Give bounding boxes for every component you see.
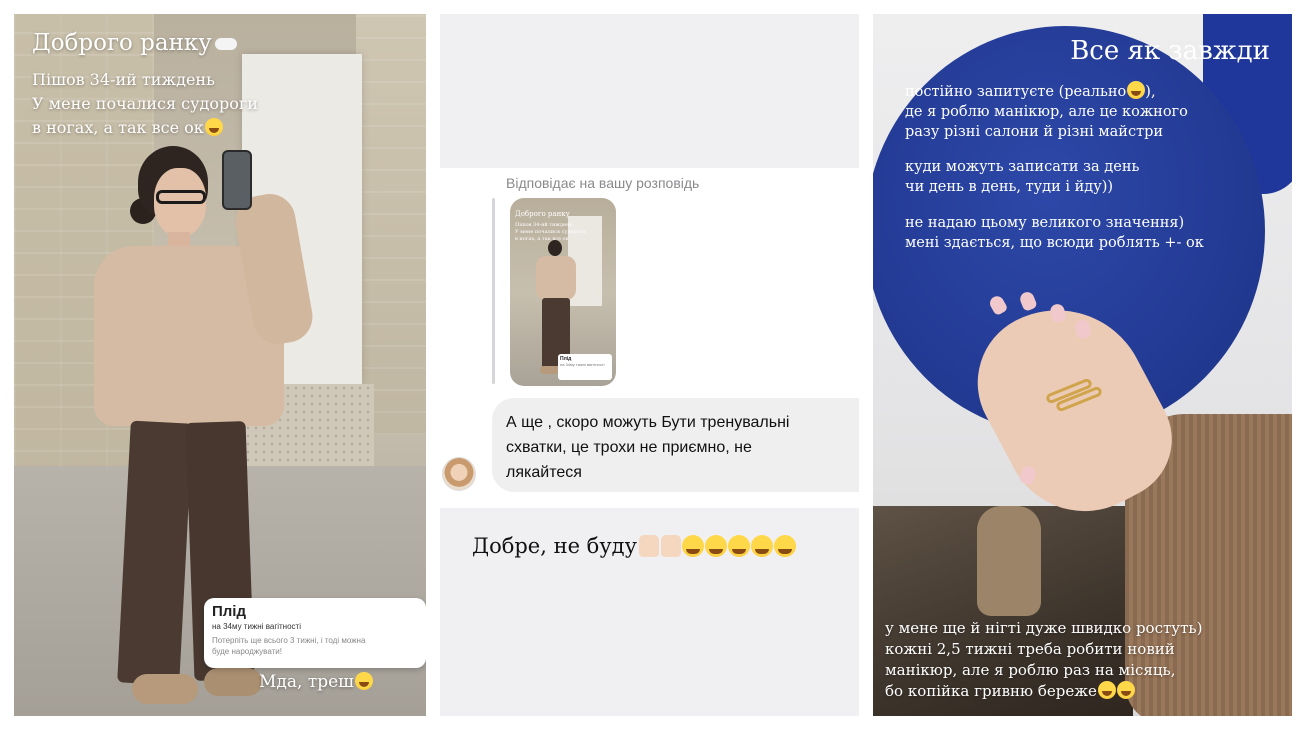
reply-caption: Добре, не буду: [472, 534, 796, 558]
text-block-3-line-2: мені здається, що всюди роблять +- ок: [905, 235, 1204, 251]
sticker-subtitle: на 34му тижні вагітності: [212, 622, 301, 631]
smartphone: [222, 150, 252, 210]
text-block-1-line-1: постійно запитуєте (реально: [905, 84, 1127, 100]
laughing-face-icon: [750, 535, 773, 557]
bottom-caption-line-3: манікюр, але я роблю раз на місяць,: [885, 661, 1176, 679]
boot: [977, 506, 1041, 616]
message-line-2: схватки, це трохи не приємно, не: [506, 439, 752, 456]
text-block-1-line-3: разу різні салони й різні майстри: [905, 124, 1164, 140]
bottom-caption-line-2: кожні 2,5 тижні треба робити новий: [885, 640, 1175, 658]
laughing-emoji-icon: [1116, 681, 1135, 699]
story-title: Доброго ранку: [32, 30, 237, 56]
sticker-description: Потерпіть ще всього 3 тижні, і тоді можн…: [212, 635, 418, 657]
story-footer: Мда, треш: [259, 672, 373, 692]
reply-to-story-label: Відповідає на вашу розповідь: [506, 175, 700, 191]
thumb-head: [548, 240, 562, 256]
brick-wall-right: [356, 14, 426, 436]
story-line-3: в ногах, а так все ок: [32, 118, 223, 137]
story-panel-nails: Все як завжди постійно запитуєте (реальн…: [873, 14, 1292, 716]
text-block-1: постійно запитуєте (реально), де я роблю…: [905, 81, 1188, 142]
thumbs-up-icon: [660, 535, 681, 557]
pants-left-leg: [117, 420, 193, 686]
salute-face-icon: [681, 535, 704, 557]
story-title-text: Доброго ранку: [32, 30, 212, 56]
laughing-emoji-icon: [1127, 81, 1146, 99]
thumb-sticker: Плід на 34му тижні вагітності: [558, 354, 612, 380]
text-block-3-line-1: не надаю цьому великого значення): [905, 215, 1185, 231]
message-line-1: А ще , скоро можуть Бути тренувальні: [506, 414, 790, 431]
message-line-3: лякайтеся: [506, 464, 582, 481]
thumb-line-2: У мене почалися судороги: [515, 229, 586, 235]
thumb-sticker-subtitle: на 34му тижні вагітності: [560, 362, 605, 367]
pregnancy-sticker[interactable]: Плід на 34му тижні вагітності Потерпіть …: [204, 598, 426, 668]
thumbs-up-icon: [638, 535, 659, 557]
avatar[interactable]: [442, 457, 476, 491]
story-line-3-text: в ногах, а так все ок: [32, 118, 204, 137]
text-block-2-line-1: куди можуть записати за день: [905, 159, 1140, 175]
story-thumbnail[interactable]: Доброго ранку Пішов 34-ий тиждень У мене…: [510, 198, 616, 386]
reply-caption-text: Добре, не буду: [472, 534, 637, 558]
laughing-face-icon: [773, 535, 796, 557]
laughing-emoji-icon: [204, 118, 223, 136]
sticker-description-line-2: буде народжувати!: [212, 647, 282, 656]
shoe-left: [132, 674, 198, 704]
story-title: Все як завжди: [1070, 36, 1270, 66]
text-block-1-line-2: де я роблю манікюр, але це кожного: [905, 104, 1188, 120]
glasses: [156, 190, 206, 204]
crying-face-icon: [704, 535, 727, 557]
story-footer-text: Мда, треш: [259, 672, 354, 692]
shoe-right: [204, 668, 262, 696]
laughing-emoji-icon: [1097, 681, 1116, 699]
text-block-2-line-2: чи день в день, туди і йду)): [905, 179, 1114, 195]
cloud-icon: [214, 38, 237, 50]
text-block-1-suffix: ),: [1145, 84, 1156, 100]
story-line-1: Пішов 34-ий тиждень: [32, 70, 215, 89]
message-bubble[interactable]: А ще , скоро можуть Бути тренувальні схв…: [492, 398, 859, 492]
dm-reply-panel: Відповідає на вашу розповідь Доброго ран…: [440, 14, 859, 716]
reply-indicator-bar: [492, 198, 495, 384]
sobbing-face-icon: [727, 535, 750, 557]
thumb-body: [536, 256, 576, 300]
thumb-line-1: Пішов 34-ий тиждень: [515, 222, 573, 228]
bottom-caption-line-1: у мене ще й нігті дуже швидко ростуть): [885, 619, 1203, 637]
bottom-caption: у мене ще й нігті дуже швидко ростуть) к…: [885, 618, 1202, 702]
thumb-title: Доброго ранку: [515, 210, 570, 218]
message-text: А ще , скоро можуть Бути тренувальні схв…: [506, 410, 845, 485]
conversation-header-area: [440, 14, 859, 168]
text-block-2: куди можуть записати за день чи день в д…: [905, 157, 1139, 197]
story-line-2: У мене почалися судороги: [32, 94, 258, 113]
bottom-caption-line-4: бо копійка гривню береже: [885, 682, 1097, 700]
text-block-3: не надаю цьому великого значення) мені з…: [905, 213, 1204, 253]
laughing-emoji-icon: [354, 672, 373, 690]
story-panel-morning: Доброго ранку Пішов 34-ий тиждень У мене…: [14, 14, 426, 716]
sticker-description-line-1: Потерпіть ще всього 3 тижні, і тоді можн…: [212, 636, 366, 645]
sticker-title: Плід: [212, 603, 246, 620]
